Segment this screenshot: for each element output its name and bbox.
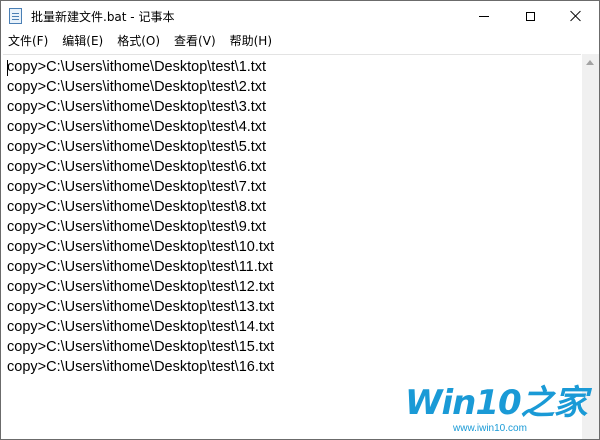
text-line: copy>C:\Users\ithome\Desktop\test\13.txt bbox=[7, 299, 275, 315]
vertical-scrollbar[interactable] bbox=[582, 54, 599, 439]
text-line: copy>C:\Users\ithome\Desktop\test\1.txt bbox=[7, 59, 267, 75]
text-line: copy>C:\Users\ithome\Desktop\test\7.txt bbox=[7, 179, 267, 195]
menu-edit[interactable]: 编辑(E) bbox=[55, 31, 110, 52]
text-caret bbox=[7, 60, 8, 76]
notepad-window: 批量新建文件.bat - 记事本 文件(F) 编辑(E) 格式(O) 查看(V)… bbox=[0, 0, 600, 440]
window-title: 批量新建文件.bat - 记事本 bbox=[31, 10, 175, 24]
watermark-logo: Win10之家 www.iwin10.com bbox=[405, 383, 595, 437]
arrow-up-icon[interactable] bbox=[586, 60, 594, 65]
text-line: copy>C:\Users\ithome\Desktop\test\2.txt bbox=[7, 79, 267, 95]
text-line: copy>C:\Users\ithome\Desktop\test\8.txt bbox=[7, 199, 267, 215]
maximize-icon bbox=[525, 11, 535, 21]
text-line: copy>C:\Users\ithome\Desktop\test\11.txt bbox=[7, 259, 274, 275]
text-line: copy>C:\Users\ithome\Desktop\test\4.txt bbox=[7, 119, 267, 135]
minimize-icon bbox=[479, 15, 489, 17]
text-line: copy>C:\Users\ithome\Desktop\test\6.txt bbox=[7, 159, 267, 175]
text-line: copy>C:\Users\ithome\Desktop\test\14.txt bbox=[7, 319, 275, 335]
menu-bar: 文件(F) 编辑(E) 格式(O) 查看(V) 帮助(H) bbox=[1, 31, 599, 52]
close-button[interactable] bbox=[553, 1, 599, 31]
text-line: copy>C:\Users\ithome\Desktop\test\5.txt bbox=[7, 139, 267, 155]
menu-format[interactable]: 格式(O) bbox=[110, 31, 167, 52]
watermark-url: www.iwin10.com bbox=[453, 423, 527, 434]
close-icon bbox=[570, 10, 582, 22]
text-line: copy>C:\Users\ithome\Desktop\test\16.txt bbox=[7, 359, 275, 375]
text-line: copy>C:\Users\ithome\Desktop\test\10.txt bbox=[7, 239, 275, 255]
text-line: copy>C:\Users\ithome\Desktop\test\12.txt bbox=[7, 279, 275, 295]
text-line: copy>C:\Users\ithome\Desktop\test\9.txt bbox=[7, 219, 267, 235]
menu-file[interactable]: 文件(F) bbox=[1, 31, 55, 52]
menu-view[interactable]: 查看(V) bbox=[167, 31, 223, 52]
menu-help[interactable]: 帮助(H) bbox=[223, 31, 279, 52]
minimize-button[interactable] bbox=[461, 1, 507, 31]
editor-lines: copy>C:\Users\ithome\Desktop\test\1.txt … bbox=[7, 57, 274, 377]
maximize-button[interactable] bbox=[507, 1, 553, 31]
watermark-logo-text: Win10之家 bbox=[405, 383, 588, 423]
title-bar[interactable]: 批量新建文件.bat - 记事本 bbox=[1, 1, 599, 31]
text-line: copy>C:\Users\ithome\Desktop\test\15.txt bbox=[7, 339, 275, 355]
notepad-icon[interactable] bbox=[9, 8, 22, 24]
text-line: copy>C:\Users\ithome\Desktop\test\3.txt bbox=[7, 99, 267, 115]
